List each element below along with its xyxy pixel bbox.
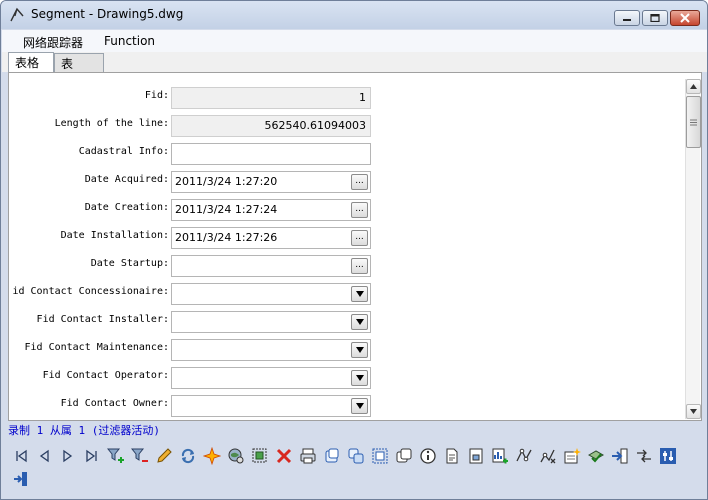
highlight-icon[interactable] [201,445,223,467]
tab-table[interactable]: 表 [54,53,104,72]
add-filter-icon[interactable] [105,445,127,467]
close-icon [680,13,690,23]
arrow-up-icon [690,84,697,89]
scroll-down-button[interactable] [686,404,701,419]
settings-icon[interactable] [657,445,679,467]
field-label-date-creation: Date Creation: [84,202,169,213]
fid-field: 1 [171,87,371,109]
info-icon[interactable] [417,445,439,467]
duplicate-icon[interactable] [345,445,367,467]
attribute-form: Fid: 1 Length of the line: 562540.610940… [8,72,702,421]
remove-filter-icon[interactable] [129,445,151,467]
first-record-icon[interactable] [10,445,32,467]
chart-add-icon[interactable] [489,445,511,467]
date-creation-field[interactable]: 2011/3/24 1:27:24 ... [171,199,371,221]
chevron-down-icon[interactable] [351,286,368,302]
field-label-date-installation: Date Installation: [60,230,169,241]
exit-icon[interactable] [10,468,32,490]
document-icon[interactable] [441,445,463,467]
close-button[interactable] [670,10,700,26]
date-startup-field[interactable]: ... [171,255,371,277]
chevron-down-icon[interactable] [351,370,368,386]
field-label-date-startup: Date Startup: [90,258,169,269]
field-label-cadastral-info: Cadastral Info: [78,146,169,157]
check-layer-icon[interactable] [585,445,607,467]
date-acquired-picker-button[interactable]: ... [351,174,368,190]
date-creation-value: 2011/3/24 1:27:24 [175,203,278,216]
field-label-contact-operator: Fid Contact Operator: [42,370,169,381]
minimize-icon [623,19,631,21]
next-record-icon[interactable] [57,445,79,467]
tab-form[interactable]: 表格 [8,52,54,73]
maximize-button[interactable] [642,10,668,26]
date-installation-field[interactable]: 2011/3/24 1:27:26 ... [171,227,371,249]
report-icon[interactable] [465,445,487,467]
toolbar [8,442,702,492]
select-frame-icon[interactable] [369,445,391,467]
date-startup-picker-button[interactable]: ... [351,258,368,274]
edit-pencil-icon[interactable] [153,445,175,467]
field-label-contact-maintenance: Fid Contact Maintenance: [24,342,170,353]
minimize-button[interactable] [614,10,640,26]
window-title: Segment - Drawing5.dwg [31,7,184,21]
title-bar[interactable]: Segment - Drawing5.dwg [1,1,707,29]
arrow-down-icon [690,409,697,414]
maximize-icon [650,14,660,22]
field-label-contact-concessionaire: id Contact Concessionaire: [12,286,169,297]
copy-icon[interactable] [321,445,343,467]
export-icon[interactable] [609,445,631,467]
length-field: 562540.61094003 [171,115,371,137]
previous-record-icon[interactable] [33,445,55,467]
select-object-icon[interactable] [249,445,271,467]
contact-maintenance-select[interactable] [171,339,371,361]
route-icon[interactable] [513,445,535,467]
field-label-length: Length of the line: [54,118,169,129]
network-trace-icon[interactable] [537,445,559,467]
menu-bar: 网络跟踪器 Function [2,30,707,52]
print-icon[interactable] [297,445,319,467]
field-label-contact-owner: Fid Contact Owner: [60,398,169,409]
record-status: 录制 1 从属 1 (过滤器活动) [8,424,160,437]
tab-bar: 表格 表 [2,52,707,73]
scroll-up-button[interactable] [686,79,701,94]
chevron-down-icon[interactable] [351,342,368,358]
stack-icon[interactable] [393,445,415,467]
refresh-icon[interactable] [177,445,199,467]
date-installation-value: 2011/3/24 1:27:26 [175,231,278,244]
scroll-thumb[interactable] [686,96,701,148]
vertical-scrollbar[interactable] [685,79,701,419]
last-record-icon[interactable] [81,445,103,467]
new-sheet-icon[interactable] [561,445,583,467]
chevron-down-icon[interactable] [351,314,368,330]
link-icon[interactable] [633,445,655,467]
contact-concessionaire-select[interactable] [171,283,371,305]
date-creation-picker-button[interactable]: ... [351,202,368,218]
contact-owner-select[interactable] [171,395,371,417]
chevron-down-icon[interactable] [351,398,368,414]
contact-installer-select[interactable] [171,311,371,333]
menu-network-tracker[interactable]: 网络跟踪器 [23,34,83,51]
menu-function[interactable]: Function [104,34,155,48]
field-label-fid: Fid: [144,90,169,101]
delete-icon[interactable] [273,445,295,467]
cadastral-info-field[interactable] [171,143,371,165]
grip-icon [690,119,697,125]
date-installation-picker-button[interactable]: ... [351,230,368,246]
date-acquired-field[interactable]: 2011/3/24 1:27:20 ... [171,171,371,193]
zoom-globe-icon[interactable] [225,445,247,467]
segment-app-icon [9,7,25,23]
main-window: Segment - Drawing5.dwg 网络跟踪器 Function 表格… [0,0,708,500]
field-label-date-acquired: Date Acquired: [84,174,169,185]
contact-operator-select[interactable] [171,367,371,389]
field-label-contact-installer: Fid Contact Installer: [36,314,169,325]
date-acquired-value: 2011/3/24 1:27:20 [175,175,278,188]
